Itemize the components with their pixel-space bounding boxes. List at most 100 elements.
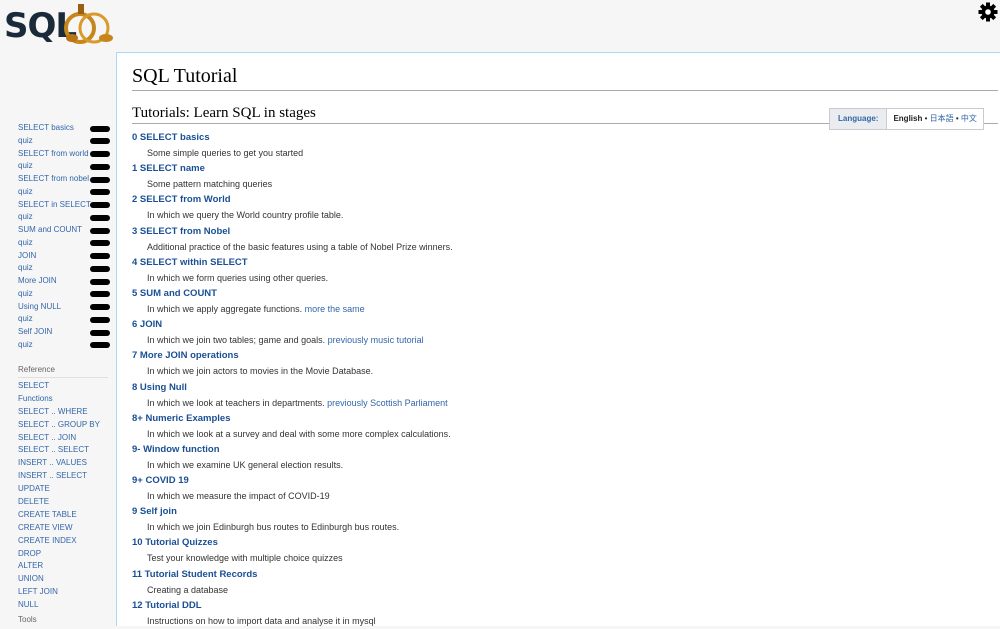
sidebar-link-label: More JOIN (18, 276, 57, 285)
sidebar-link-label: quiz (18, 161, 33, 171)
progress-pill-icon (90, 202, 110, 208)
tutorial-description-text: In which we examine UK general election … (147, 459, 344, 470)
tutorial-extra-link[interactable]: previously Scottish Parliament (327, 398, 448, 408)
sidebar-tutorial-link[interactable]: More JOIN (18, 275, 114, 288)
sidebar-tutorial-link[interactable]: JOIN (18, 250, 114, 263)
sidebar-link-label: quiz (18, 237, 33, 247)
tools-heading: Tools (18, 615, 37, 624)
sidebar-reference-link[interactable]: UPDATE (18, 483, 108, 496)
tutorial-link[interactable]: 11 Tutorial Student Records (132, 567, 257, 582)
sidebar-reference-link[interactable]: INSERT .. VALUES (18, 457, 108, 470)
tutorial-description-text: In which we join two tables; game and go… (147, 335, 326, 346)
sidebar-tutorial-link[interactable]: SELECT in SELECT (18, 199, 114, 212)
sidebar-tutorial-link[interactable]: Using NULL (18, 301, 114, 314)
sidebar-reference-link[interactable]: CREATE VIEW (18, 522, 108, 535)
sidebar-quiz-link[interactable]: quiz (18, 211, 114, 224)
progress-pill-icon (90, 253, 110, 259)
tutorial-link[interactable]: 10 Tutorial Quizzes (132, 535, 218, 550)
language-selector: Language: English • 日本語 • 中文 (829, 108, 984, 130)
tutorial-link[interactable]: 6 JOIN (132, 317, 162, 332)
tutorial-item: 9- Window function In which we examine UK… (132, 439, 832, 470)
sidebar-reference-link[interactable]: DROP (18, 548, 108, 561)
tutorial-link[interactable]: 3 SELECT from Nobel (132, 224, 230, 239)
sidebar-reference-link[interactable]: SELECT (18, 380, 108, 393)
tutorial-item: 4 SELECT within SELECT In which we form q… (132, 252, 832, 283)
sidebar-reference-link[interactable]: NULL (18, 599, 108, 612)
sidebar-reference-link[interactable]: SELECT .. WHERE (18, 406, 108, 419)
tutorial-item: 11 Tutorial Student Records Creating a da… (132, 564, 832, 595)
tutorial-description-text: In which we form queries using other que… (147, 272, 329, 283)
sidebar-reference-link[interactable]: INSERT .. SELECT (18, 470, 108, 483)
sidebar-quiz-link[interactable]: quiz (18, 160, 114, 173)
tutorial-item: 8 Using Null In which we look at teachers… (132, 377, 832, 408)
tutorial-link[interactable]: 9 Self join (132, 504, 177, 519)
tutorial-link[interactable]: 2 SELECT from World (132, 192, 231, 207)
tutorial-link[interactable]: 4 SELECT within SELECT (132, 255, 248, 270)
sidebar-reference-link[interactable]: LEFT JOIN (18, 586, 108, 599)
main-content: SQL Tutorial Tutorials: Learn SQL in sta… (116, 52, 1000, 626)
sidebar-tutorial-link[interactable]: SELECT basics (18, 122, 114, 135)
tutorial-link[interactable]: 9+ COVID 19 (132, 473, 189, 488)
page-title: SQL Tutorial (132, 65, 998, 91)
tutorial-link[interactable]: 7 More JOIN operations (132, 348, 239, 363)
sidebar-quiz-link[interactable]: quiz (18, 288, 114, 301)
tutorial-item: 2 SELECT from World In which we query the… (132, 189, 832, 220)
tutorial-item: 1 SELECT name Some pattern matching queri… (132, 158, 832, 189)
settings-button[interactable] (978, 2, 998, 22)
tutorial-extra-link[interactable]: previously music tutorial (328, 335, 424, 345)
language-label: Language: (830, 109, 888, 129)
sidebar-link-label: SELECT basics (18, 123, 74, 132)
site-logo[interactable]: SQL (4, 2, 116, 46)
tutorial-nav: SELECT basics quiz SELECT from world quiz SE… (18, 122, 114, 352)
tutorial-item: 3 SELECT from Nobel Additional practice o… (132, 221, 832, 252)
progress-pill-icon (90, 329, 110, 336)
reference-section: Reference SELECT Functions SELECT .. WHERE… (18, 363, 108, 612)
sidebar-reference-link[interactable]: Functions (18, 393, 108, 406)
sidebar-reference-link[interactable]: DELETE (18, 496, 108, 509)
tutorial-description-text: Additional practice of the basic feature… (147, 241, 453, 252)
sidebar-reference-link[interactable]: SELECT .. GROUP BY (18, 419, 108, 432)
sidebar-reference-link[interactable]: CREATE INDEX (18, 535, 108, 548)
sidebar-link-label: quiz (18, 263, 33, 273)
sidebar-tutorial-link[interactable]: SELECT from nobel (18, 173, 114, 186)
tutorial-link[interactable]: 9- Window function (132, 442, 220, 457)
tutorial-link[interactable]: 1 SELECT name (132, 161, 205, 176)
sidebar-link-label: SELECT from nobel (18, 174, 89, 183)
gear-icon (978, 2, 998, 22)
progress-pill-icon (90, 342, 110, 349)
tutorial-description-text: Test your knowledge with multiple choice… (147, 553, 343, 564)
tutorial-description-text: In which we measure the impact of COVID-… (147, 491, 330, 502)
tutorial-description-text: In which we query the World country prof… (147, 210, 344, 221)
language-option-japanese[interactable]: 日本語 (930, 114, 954, 123)
sidebar-quiz-link[interactable]: quiz (18, 237, 114, 250)
sidebar-reference-link[interactable]: CREATE TABLE (18, 509, 108, 522)
tutorial-link[interactable]: 8 Using Null (132, 380, 187, 395)
sidebar-link-label: SELECT from world (18, 148, 89, 158)
sidebar-quiz-link[interactable]: quiz (18, 135, 114, 148)
tutorial-link[interactable]: 5 SUM and COUNT (132, 286, 217, 301)
sidebar-reference-link[interactable]: SELECT .. SELECT (18, 444, 108, 457)
tutorial-extra-link[interactable]: more the same (305, 304, 365, 314)
tutorial-link[interactable]: 8+ Numeric Examples (132, 411, 230, 426)
tutorial-link[interactable]: 12 Tutorial DDL (132, 598, 202, 613)
sidebar-quiz-link[interactable]: quiz (18, 186, 114, 199)
sidebar-link-label: quiz (18, 135, 33, 145)
sidebar-tutorial-link[interactable]: Self JOIN (18, 326, 114, 339)
sidebar-link-label: Self JOIN (18, 327, 53, 336)
sidebar-quiz-link[interactable]: quiz (18, 262, 114, 275)
sidebar-tutorial-link[interactable]: SUM and COUNT (18, 224, 114, 237)
tutorial-link[interactable]: 0 SELECT basics (132, 130, 210, 145)
language-option-chinese[interactable]: 中文 (961, 114, 977, 123)
tutorial-item: 5 SUM and COUNT In which we apply aggrega… (132, 283, 832, 314)
tutorial-description-text: Creating a database (147, 584, 229, 595)
sidebar-quiz-link[interactable]: quiz (18, 339, 114, 352)
progress-pill-icon (90, 151, 110, 157)
sidebar-quiz-link[interactable]: quiz (18, 313, 114, 326)
sidebar-reference-link[interactable]: ALTER (18, 560, 108, 573)
sidebar-tutorial-link[interactable]: SELECT from world (18, 148, 114, 161)
progress-pill-icon (90, 304, 110, 310)
progress-pill-icon (90, 189, 110, 196)
sidebar-reference-link[interactable]: UNION (18, 573, 108, 586)
sidebar-reference-link[interactable]: SELECT .. JOIN (18, 432, 108, 445)
sidebar-link-label: Using NULL (18, 301, 62, 311)
